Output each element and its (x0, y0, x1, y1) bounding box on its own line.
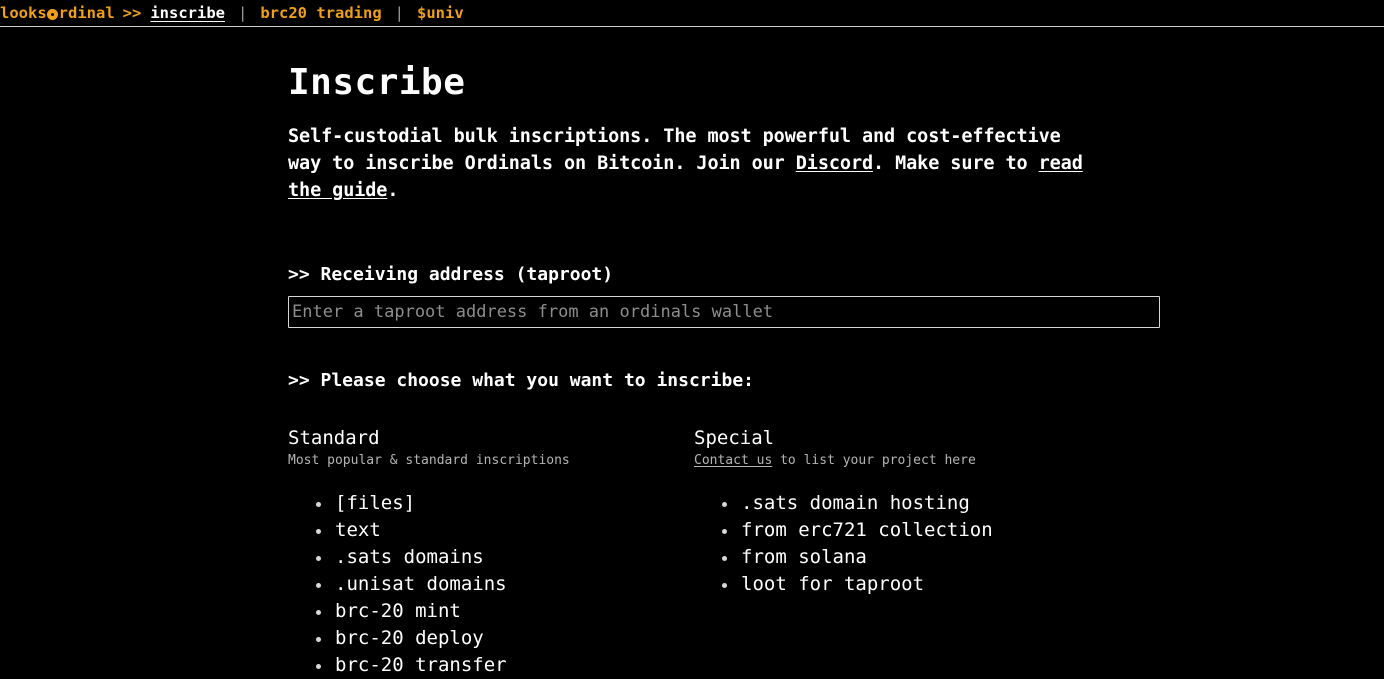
nav-arrow-icon: >> (122, 4, 142, 22)
list-item[interactable]: loot for taproot (722, 571, 1194, 598)
description-part-3: . (387, 179, 399, 201)
special-column-title: Special (694, 426, 775, 449)
page-title: Inscribe (288, 62, 466, 103)
inscription-options-columns: Standard Most popular & standard inscrip… (288, 427, 1384, 679)
choose-inscription-label: >> Please choose what you want to inscri… (288, 369, 754, 391)
standard-options-list: [files] text .sats domains .unisat domai… (288, 490, 694, 679)
nav-item-brc20-trading[interactable]: brc20 trading (260, 4, 381, 22)
special-column-subtitle: Contact us to list your project here (694, 453, 1194, 468)
standard-column-title: Standard (288, 426, 380, 449)
brand-prefix: looks (0, 4, 47, 22)
brand-logo[interactable]: looks rdinal (0, 4, 115, 22)
list-item[interactable]: brc-20 deploy (316, 625, 694, 652)
page-content: Inscribe Self-custodial bulk inscription… (0, 27, 1384, 679)
special-subtitle-text: to list your project here (772, 452, 976, 468)
list-item[interactable]: brc-20 transfer (316, 652, 694, 679)
list-item[interactable]: from erc721 collection (722, 517, 1194, 544)
coin-dot-icon (47, 8, 59, 20)
nav-item-inscribe[interactable]: inscribe (150, 4, 225, 22)
brand-suffix: rdinal (58, 4, 115, 22)
discord-link[interactable]: Discord (796, 153, 873, 174)
receiving-address-input[interactable] (288, 295, 1160, 328)
list-item[interactable]: from solana (722, 544, 1194, 571)
list-item[interactable]: .sats domains (316, 544, 694, 571)
list-item[interactable]: .unisat domains (316, 571, 694, 598)
nav-item-univ[interactable]: $univ (417, 4, 464, 22)
top-navbar: looks rdinal >> inscribe | brc20 trading … (0, 0, 1384, 27)
receiving-address-label: >> Receiving address (taproot) (288, 263, 614, 285)
page-description: Self-custodial bulk inscriptions. The mo… (288, 123, 1088, 204)
standard-column: Standard Most popular & standard inscrip… (288, 427, 694, 679)
standard-column-subtitle: Most popular & standard inscriptions (288, 452, 570, 468)
nav-separator-1: | (238, 4, 248, 22)
nav-separator-2: | (394, 4, 405, 22)
list-item[interactable]: text (316, 517, 694, 544)
special-column: Special Contact us to list your project … (694, 427, 1194, 679)
list-item[interactable]: brc-20 mint (316, 598, 694, 625)
list-item[interactable]: [files] (316, 490, 694, 517)
description-part-2: . Make sure to (873, 152, 1039, 174)
list-item[interactable]: .sats domain hosting (722, 490, 1194, 517)
contact-us-link[interactable]: Contact us (694, 453, 772, 468)
special-options-list: .sats domain hosting from erc721 collect… (694, 490, 1194, 598)
